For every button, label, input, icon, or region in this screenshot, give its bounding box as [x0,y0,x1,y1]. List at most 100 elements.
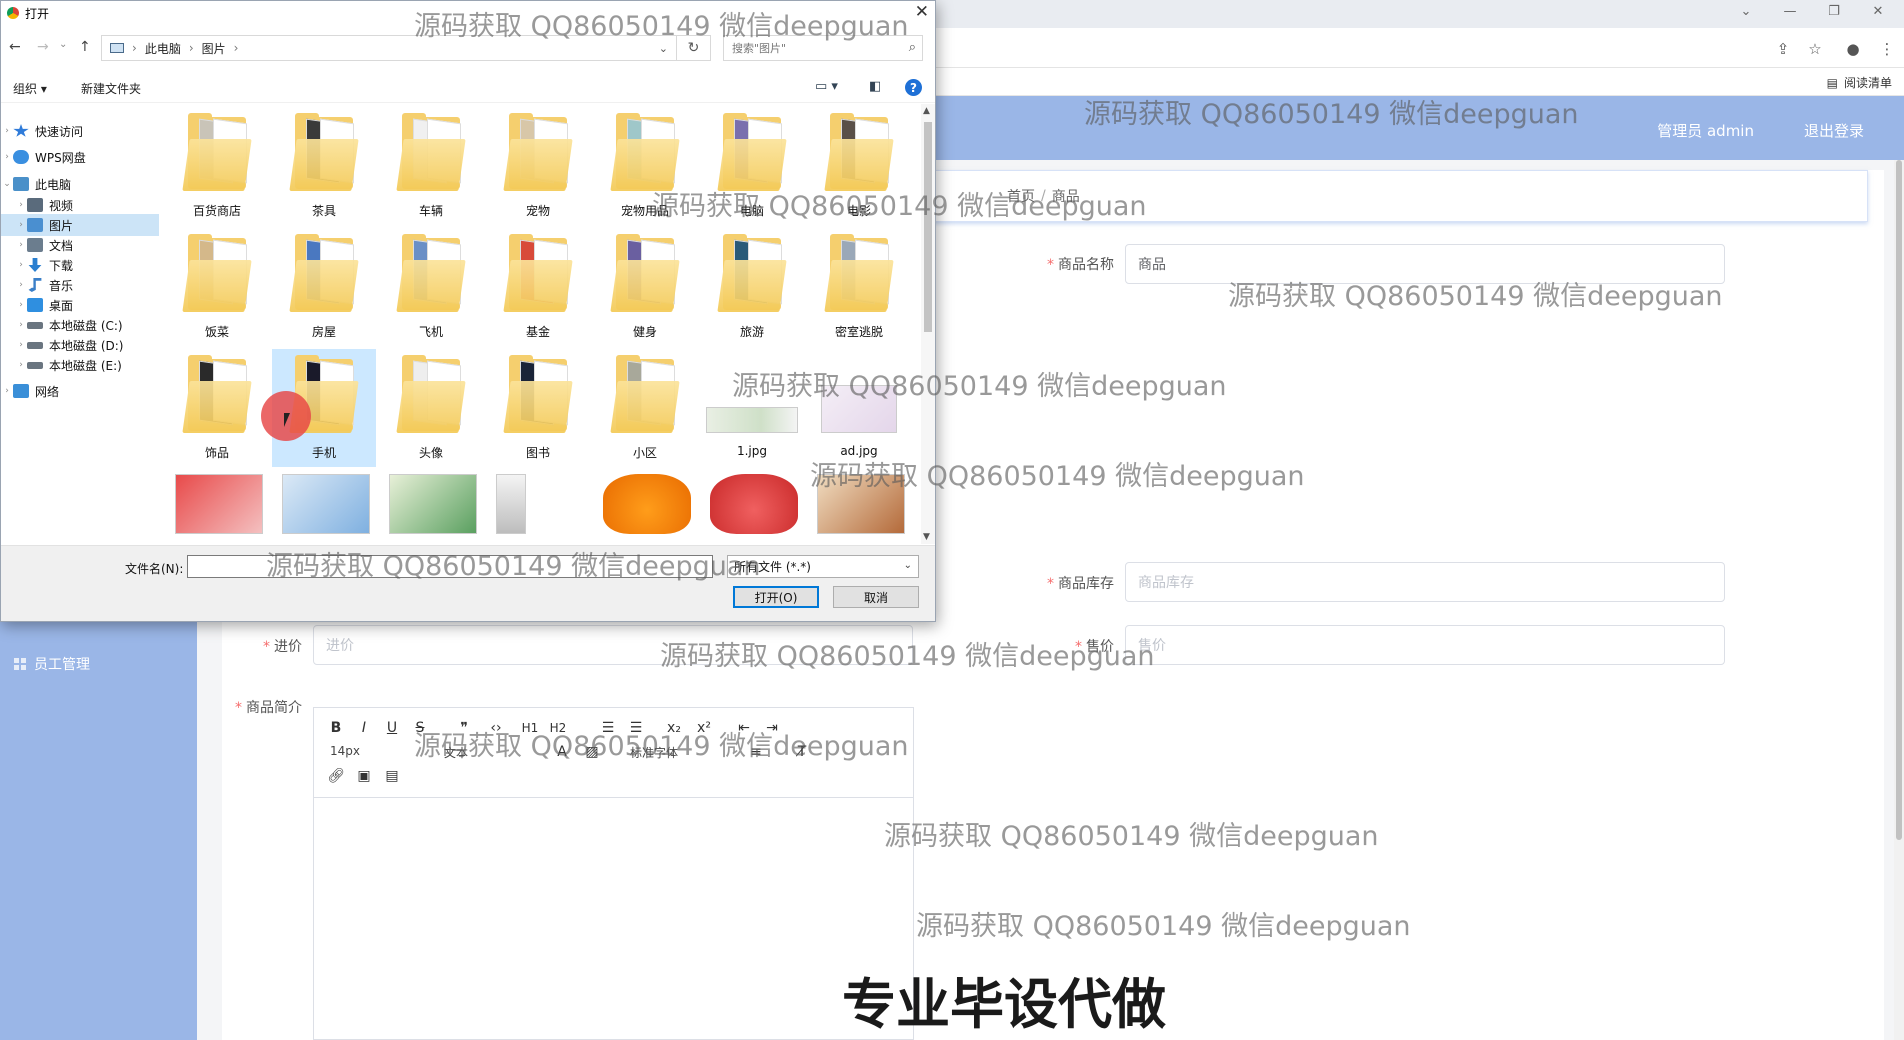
organize-menu[interactable]: 组织 ▾ [13,80,47,97]
font-family-select[interactable]: 标准字体 [630,744,678,761]
folder-item[interactable]: 基金 [486,228,590,346]
font-size-select[interactable]: 14px [330,744,360,758]
nav-item-drive-d[interactable]: › 本地磁盘 (D:) [1,334,159,356]
folder-item[interactable]: 密室逃脱 [807,228,911,346]
image-thumbnail[interactable] [282,474,370,534]
image-thumbnail[interactable] [603,474,691,534]
align-icon[interactable]: ≡ [746,742,766,762]
sidebar-item-employees[interactable]: 员工管理 [0,642,197,686]
profile-icon[interactable]: ● [1842,38,1864,60]
folder-item[interactable]: 房屋 [272,228,376,346]
folder-item[interactable]: 宠物用品 [593,107,697,225]
folder-item[interactable]: 车辆 [379,107,483,225]
ordered-list-icon[interactable]: ☰ [598,718,618,738]
nav-item-wps-drive[interactable]: › WPS网盘 [1,146,159,168]
product-name-input[interactable]: 商品 [1125,244,1725,284]
folder-item[interactable]: 小区 [593,349,697,467]
nav-item-downloads[interactable]: › 下载 [1,254,159,276]
image-thumbnail[interactable] [496,474,526,534]
nav-item-pictures[interactable]: › 图片 [1,214,159,236]
share-icon[interactable]: ⇪ [1772,38,1794,60]
open-button[interactable]: 打开(O) [733,586,819,608]
image-file-item[interactable]: 1.jpg [700,349,804,467]
clear-format-icon[interactable]: T̸ [792,742,812,762]
nav-item-network[interactable]: › 网络 [1,380,159,402]
nav-item-this-pc[interactable]: ⌄ 此电脑 [1,173,159,195]
star-icon[interactable]: ☆ [1804,38,1826,60]
preview-pane-icon[interactable]: ◧ [869,79,881,94]
search-input[interactable]: 搜索"图片" ⌕ [723,35,923,61]
folder-item[interactable]: 图书 [486,349,590,467]
help-icon[interactable]: ? [905,79,922,96]
product-stock-input[interactable]: 商品库存 [1125,562,1725,602]
cost-price-input[interactable]: 进价 [313,625,913,665]
folder-item[interactable]: 飞机 [379,228,483,346]
image-thumbnail[interactable] [175,474,263,534]
h1-icon[interactable]: H1 [520,718,540,738]
minimize-icon[interactable]: — [1768,0,1812,22]
font-color-icon[interactable]: A [552,742,572,762]
close-window-icon[interactable]: ✕ [1856,0,1900,22]
menu-icon[interactable]: ⋮ [1876,38,1898,60]
nav-item-desktop[interactable]: › 桌面 [1,294,159,316]
nav-item-documents[interactable]: › 文档 [1,234,159,256]
underline-icon[interactable]: U [382,718,402,738]
nav-item-music[interactable]: › 音乐 [1,274,159,296]
bold-icon[interactable]: B [326,718,346,738]
code-icon[interactable]: ‹› [486,718,506,738]
folder-item[interactable]: 百货商店 [165,107,269,225]
new-folder-button[interactable]: 新建文件夹 [81,80,141,97]
logout-link[interactable]: 退出登录 [1804,120,1864,141]
file-list-scrollbar[interactable]: ▲ ▼ [921,104,935,544]
tab-search-icon[interactable]: ⌄ [1724,0,1768,22]
image-icon[interactable]: ▣ [354,766,374,786]
chevron-down-icon[interactable]: ⌄ [659,42,668,55]
forward-icon[interactable]: → [37,39,49,55]
nav-item-quick-access[interactable]: › 快速访问 [1,120,159,142]
italic-icon[interactable]: I [354,718,374,738]
folder-item[interactable]: 电影 [807,107,911,225]
image-thumbnail[interactable] [817,474,905,534]
folder-item[interactable]: 电脑 [700,107,804,225]
rich-text-editor[interactable]: B I U S ❞ ‹› H1 H2 ☰ ☰ x₂ x² ⇤ ⇥ 14px 文本… [313,707,914,1040]
quote-icon[interactable]: ❞ [454,718,474,738]
breadcrumb-home[interactable]: 首页 [1007,186,1035,206]
image-file-item[interactable]: ad.jpg [807,349,911,467]
superscript-icon[interactable]: x² [694,718,714,738]
recent-locations-icon[interactable]: ⌄ [59,39,67,50]
reading-list-button[interactable]: ▤ 阅读清单 [1827,74,1892,91]
image-thumbnail[interactable] [710,474,798,534]
folder-item[interactable]: 健身 [593,228,697,346]
header-select[interactable]: 文本 [444,744,468,761]
nav-item-drive-c[interactable]: › 本地磁盘 (C:) [1,314,159,336]
close-icon[interactable]: ✕ [915,2,929,22]
path-segment[interactable]: 图片 [202,40,226,57]
back-icon[interactable]: ← [9,39,21,55]
folder-item[interactable]: 茶具 [272,107,376,225]
view-options-icon[interactable]: ▭ ▾ [815,79,838,94]
video-icon[interactable]: ▤ [382,766,402,786]
strikethrough-icon[interactable]: S [410,718,430,738]
h2-icon[interactable]: H2 [548,718,568,738]
address-bar[interactable]: › 此电脑 › 图片 › ⌄ [101,35,677,61]
sale-price-input[interactable]: 售价 [1125,625,1725,665]
nav-item-videos[interactable]: › 视频 [1,194,159,216]
restore-icon[interactable]: ❐ [1812,0,1856,22]
cancel-button[interactable]: 取消 [833,586,919,608]
indent-icon[interactable]: ⇥ [762,718,782,738]
background-color-icon[interactable]: ▨ [582,742,602,762]
page-scrollbar[interactable] [1894,160,1904,1040]
subscript-icon[interactable]: x₂ [664,718,684,738]
bullet-list-icon[interactable]: ☰ [626,718,646,738]
folder-item[interactable]: 宠物 [486,107,590,225]
folder-item[interactable]: 头像 [379,349,483,467]
link-icon[interactable]: 🔗︎ [326,766,346,786]
path-segment[interactable]: 此电脑 [145,40,181,57]
outdent-icon[interactable]: ⇤ [734,718,754,738]
folder-item[interactable]: 旅游 [700,228,804,346]
folder-item[interactable]: 饭菜 [165,228,269,346]
image-thumbnail[interactable] [389,474,477,534]
up-icon[interactable]: ↑ [79,39,91,55]
folder-item[interactable]: 饰品 [165,349,269,467]
filename-input[interactable] [187,555,713,578]
